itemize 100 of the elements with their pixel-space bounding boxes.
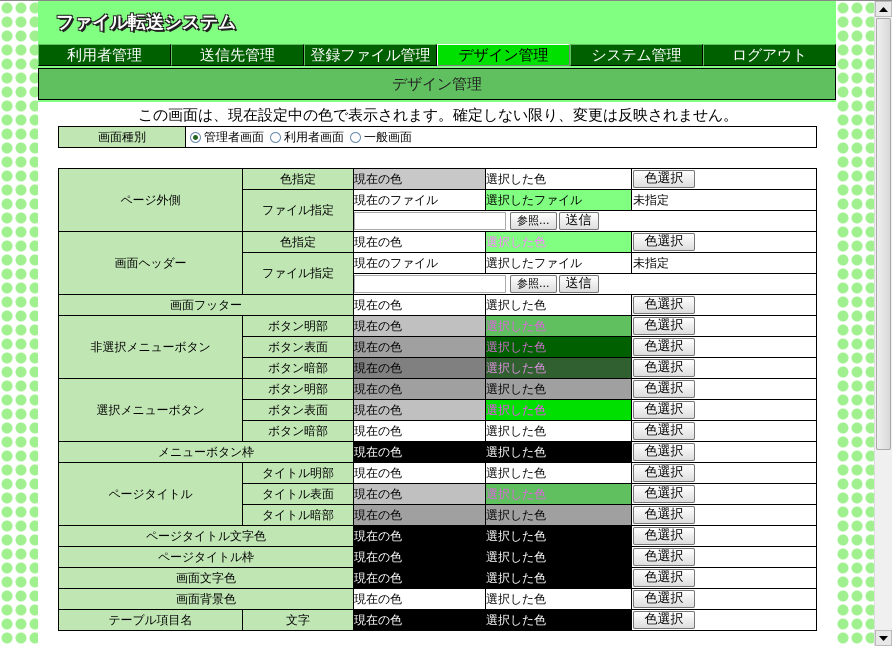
setting-label: 画面ヘッダー [58, 232, 242, 294]
menu-tab[interactable]: デザイン管理 [437, 44, 570, 66]
setting-sublabel: ボタン表面 [242, 400, 354, 420]
color-label: 現在の色 [354, 486, 402, 500]
menu-tab[interactable]: 利用者管理 [38, 44, 171, 66]
color-label: 現在の色 [354, 424, 402, 438]
setting-sublabel: タイトル表面 [242, 484, 354, 504]
logo: ファイル転送システム [56, 11, 236, 35]
color-label: 選択した色 [486, 172, 546, 186]
screen-type-label: 画面種別 [58, 126, 186, 148]
color-label: 選択した色 [486, 570, 546, 584]
color-label: 現在の色 [354, 172, 402, 186]
setting-sublabel: 文字 [242, 610, 354, 630]
scroll-thumb[interactable] [876, 18, 891, 450]
file-input-field[interactable] [354, 212, 506, 230]
color-label: 現在の色 [354, 444, 402, 458]
color-label: 現在の色 [354, 592, 402, 606]
color-label: 現在の色 [354, 508, 402, 522]
scroll-down-icon[interactable] [875, 630, 892, 646]
color-select-button[interactable]: 色選択 [633, 464, 695, 482]
color-select-button[interactable]: 色選択 [633, 296, 695, 314]
send-button[interactable]: 送信 [558, 212, 598, 230]
color-label: 現在のファイル [354, 192, 438, 206]
color-select-button[interactable]: 色選択 [633, 569, 695, 587]
setting-label: 画面フッター [58, 294, 354, 316]
menu-tab[interactable]: 登録ファイル管理 [304, 44, 437, 66]
color-label: 選択した色 [486, 486, 546, 500]
setting-label: メニューボタン枠 [58, 442, 354, 462]
setting-label: 画面背景色 [58, 588, 354, 610]
setting-label: ページタイトル枠 [58, 546, 354, 568]
menu-tab[interactable]: 送信先管理 [171, 44, 304, 66]
color-label: 現在の色 [354, 340, 402, 354]
color-label: 現在の色 [354, 318, 402, 332]
color-label: 現在の色 [354, 402, 402, 416]
color-label: 選択した色 [486, 340, 546, 354]
setting-label: テーブル項目名 [58, 610, 242, 630]
setting-sublabel: 色指定 [242, 232, 354, 252]
color-label: 選択した色 [486, 592, 546, 606]
menu-tab[interactable]: システム管理 [570, 44, 703, 66]
color-select-button[interactable]: 色選択 [633, 506, 695, 524]
color-label: 選択したファイル [486, 256, 582, 270]
scroll-up-icon[interactable] [875, 1, 892, 17]
color-select-button[interactable]: 色選択 [633, 611, 695, 629]
color-label: 選択した色 [486, 550, 546, 564]
color-label: 現在の色 [354, 528, 402, 542]
setting-label: ページタイトル文字色 [58, 526, 354, 546]
color-select-button[interactable]: 色選択 [633, 590, 695, 608]
send-button[interactable]: 送信 [558, 275, 598, 293]
color-label: 現在の色 [354, 550, 402, 564]
setting-label: 選択メニューボタン [58, 378, 242, 442]
browse-button[interactable]: 参照... [510, 275, 556, 293]
setting-label: ページ外側 [58, 168, 242, 232]
setting-sublabel: タイトル暗部 [242, 504, 354, 526]
color-label: 選択した色 [486, 382, 546, 396]
color-select-button[interactable]: 色選択 [633, 233, 695, 251]
color-label: 現在の色 [354, 234, 402, 248]
color-select-button[interactable]: 色選択 [633, 170, 695, 188]
color-select-button[interactable]: 色選択 [633, 443, 695, 461]
color-label: 選択した色 [486, 466, 546, 480]
setting-sublabel: ファイル指定 [242, 252, 354, 294]
color-select-button[interactable]: 色選択 [633, 422, 695, 440]
scrollbar[interactable] [874, 1, 892, 646]
radio-button[interactable] [350, 132, 361, 142]
setting-label: 画面文字色 [58, 568, 354, 588]
color-select-button[interactable]: 色選択 [633, 317, 695, 335]
menu-tab[interactable]: ログアウト [703, 44, 836, 66]
color-select-button[interactable]: 色選択 [633, 380, 695, 398]
color-label: 選択した色 [486, 424, 546, 438]
color-label: 選択した色 [486, 360, 546, 374]
color-label: 現在の色 [354, 612, 402, 626]
setting-sublabel: ボタン暗部 [242, 420, 354, 442]
color-label: 選択した色 [486, 234, 546, 248]
setting-label: ページタイトル [58, 462, 242, 526]
setting-sublabel: ボタン明部 [242, 378, 354, 400]
color-select-button[interactable]: 色選択 [633, 359, 695, 377]
file-input-field[interactable] [354, 275, 506, 293]
color-select-button[interactable]: 色選択 [633, 485, 695, 503]
setting-label: 非選択メニューボタン [58, 316, 242, 378]
color-label: 現在のファイル [354, 256, 438, 270]
color-label: 選択した色 [486, 508, 546, 522]
color-select-button[interactable]: 色選択 [633, 401, 695, 419]
radio-label: 一般画面 [364, 130, 412, 144]
setting-sublabel: ボタン表面 [242, 336, 354, 358]
color-label: 選択した色 [486, 298, 546, 312]
color-label: 現在の色 [354, 298, 402, 312]
radio-button[interactable] [270, 132, 281, 142]
radio-button[interactable] [190, 132, 201, 142]
color-select-button[interactable]: 色選択 [633, 548, 695, 566]
setting-sublabel: タイトル明部 [242, 462, 354, 484]
color-label: 現在の色 [354, 360, 402, 374]
radio-label: 管理者画面 [204, 130, 264, 144]
file-status: 未指定 [633, 192, 669, 206]
color-select-button[interactable]: 色選択 [633, 338, 695, 356]
browse-button[interactable]: 参照... [510, 212, 556, 230]
file-status: 未指定 [633, 256, 669, 270]
color-label: 現在の色 [354, 466, 402, 480]
notice-text: この画面は、現在設定中の色で表示されます。確定しない限り、変更は反映されません。 [137, 106, 739, 124]
color-label: 現在の色 [354, 570, 402, 584]
setting-sublabel: ファイル指定 [242, 190, 354, 232]
color-select-button[interactable]: 色選択 [633, 527, 695, 545]
